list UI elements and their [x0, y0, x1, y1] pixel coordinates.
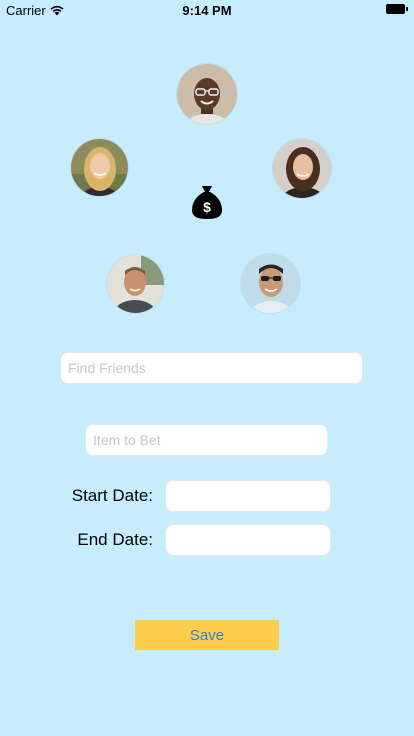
money-bag-icon: $ [192, 186, 222, 219]
battery-icon [386, 4, 408, 14]
svg-text:$: $ [203, 199, 211, 215]
find-friends-input[interactable] [60, 352, 363, 384]
start-date-field[interactable] [165, 480, 331, 512]
end-date-field[interactable] [165, 524, 331, 556]
avatar-photo-icon [107, 255, 164, 313]
avatar-photo-icon [71, 139, 128, 196]
friend-avatar-right[interactable] [273, 139, 331, 198]
avatar-photo-icon [241, 254, 300, 313]
friend-avatar-bottom-right[interactable] [241, 254, 300, 313]
avatar-photo-icon [273, 139, 331, 198]
avatar-photo-icon [177, 64, 237, 124]
end-date-label: End Date: [77, 530, 153, 549]
friend-avatar-top[interactable] [177, 64, 237, 124]
friend-avatar-bottom-left[interactable] [107, 255, 164, 313]
friend-avatar-left[interactable] [71, 139, 128, 196]
save-button[interactable]: Save [135, 620, 279, 650]
start-date-label: Start Date: [71, 486, 153, 505]
item-to-bet-input[interactable] [85, 424, 328, 456]
status-time: 9:14 PM [182, 3, 232, 18]
status-bar: Carrier 9:14 PM [0, 0, 414, 20]
